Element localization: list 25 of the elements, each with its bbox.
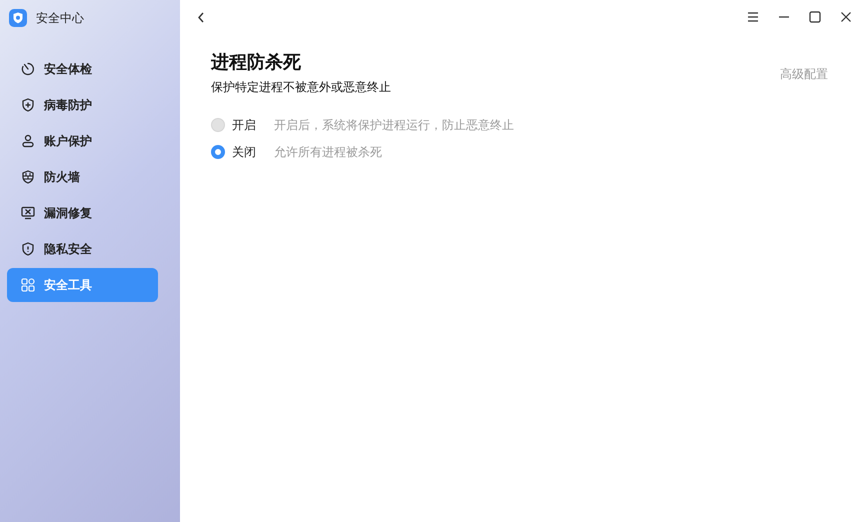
timer-icon xyxy=(21,62,35,76)
sidebar-item[interactable]: 隐私安全 xyxy=(7,232,158,266)
sidebar-item[interactable]: 安全体检 xyxy=(7,52,158,86)
option-label: 关闭 xyxy=(232,144,257,160)
sidebar-item[interactable]: 防火墙 xyxy=(7,160,158,194)
option-label: 开启 xyxy=(232,116,257,134)
sidebar-item[interactable]: 病毒防护 xyxy=(7,88,158,122)
monitor-icon xyxy=(21,206,35,220)
shield-logo-icon xyxy=(9,9,27,27)
option-description: 允许所有进程被杀死 xyxy=(274,144,382,160)
option-description: 开启后，系统将保护进程运行，防止恶意终止 xyxy=(274,116,514,134)
shield-plus-icon xyxy=(21,98,35,112)
shield-wall-icon xyxy=(21,170,35,184)
radio-button[interactable] xyxy=(211,145,225,159)
page-title: 进程防杀死 xyxy=(211,51,302,74)
page-subtitle: 保护特定进程不被意外或恶意终止 xyxy=(211,79,391,96)
close-icon[interactable] xyxy=(840,11,852,23)
grid-icon xyxy=(21,278,35,292)
maximize-icon[interactable] xyxy=(809,11,821,23)
user-icon xyxy=(21,134,35,148)
sidebar-item[interactable]: 漏洞修复 xyxy=(7,196,158,230)
shield-alert-icon xyxy=(21,242,35,256)
app-title: 安全中心 xyxy=(36,10,84,26)
sidebar-item[interactable]: 账户保护 xyxy=(7,124,158,158)
menu-icon[interactable] xyxy=(747,11,759,23)
